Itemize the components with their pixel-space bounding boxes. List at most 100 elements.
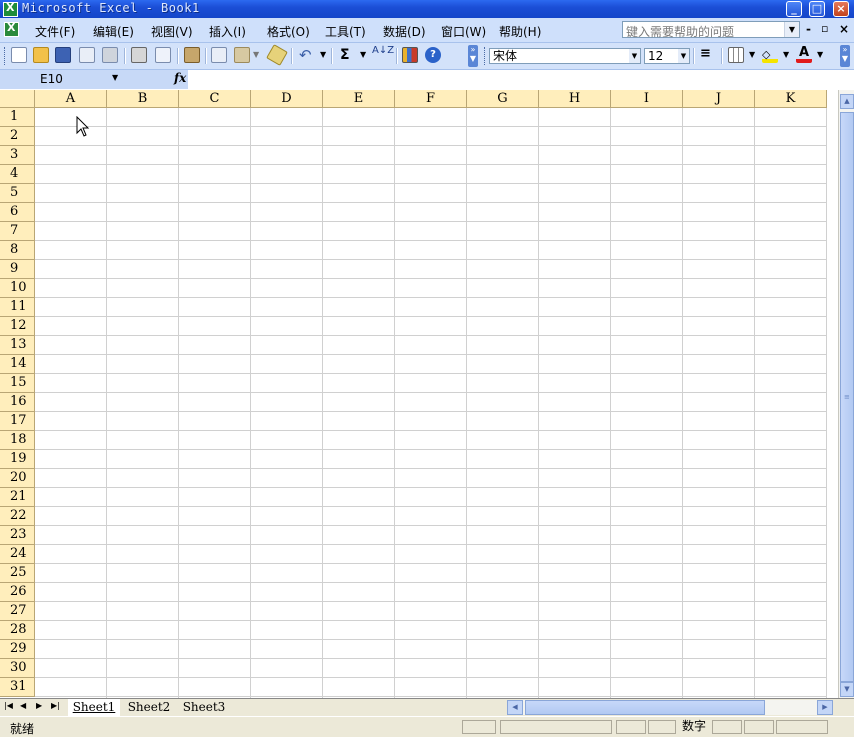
menu-help[interactable]: 帮助(H): [499, 23, 541, 40]
last-sheet-icon[interactable]: ▶|: [51, 701, 60, 710]
column-header-k[interactable]: K: [755, 90, 827, 108]
row-header-7[interactable]: 7: [0, 222, 35, 241]
chevron-down-icon[interactable]: ▼: [784, 22, 799, 37]
format-toolbar-options-chevron-icon[interactable]: » ▼: [840, 45, 850, 67]
doc-restore-button[interactable]: ▫: [821, 22, 828, 35]
column-header-c[interactable]: C: [179, 90, 251, 108]
scroll-down-button[interactable]: ▼: [840, 682, 854, 697]
row-header-31[interactable]: 31: [0, 678, 35, 697]
doc-close-button[interactable]: ×: [839, 22, 849, 36]
horizontal-scrollbar[interactable]: ◀ ▶: [507, 700, 833, 715]
row-header-4[interactable]: 4: [0, 165, 35, 184]
chevron-down-icon[interactable]: ▼: [749, 50, 755, 59]
menu-tools[interactable]: 工具(T): [325, 23, 366, 40]
menu-format[interactable]: 格式(O): [267, 23, 310, 40]
row-header-22[interactable]: 22: [0, 507, 35, 526]
paste-icon[interactable]: [234, 47, 250, 63]
autosum-icon[interactable]: Σ: [340, 47, 350, 63]
vertical-scroll-thumb[interactable]: ≡: [840, 112, 854, 682]
row-header-25[interactable]: 25: [0, 564, 35, 583]
column-header-a[interactable]: A: [35, 90, 107, 108]
row-header-16[interactable]: 16: [0, 393, 35, 412]
row-header-27[interactable]: 27: [0, 602, 35, 621]
scroll-up-button[interactable]: ▲: [840, 94, 854, 109]
vertical-scrollbar[interactable]: ▲ ≡ ▼: [838, 90, 854, 698]
row-header-28[interactable]: 28: [0, 621, 35, 640]
formula-input[interactable]: [188, 70, 854, 89]
close-button[interactable]: ×: [833, 1, 849, 17]
horizontal-scroll-thumb[interactable]: [525, 700, 765, 715]
chart-wizard-icon[interactable]: [402, 47, 418, 63]
column-header-d[interactable]: D: [251, 90, 323, 108]
worksheet-grid[interactable]: ABCDEFGHIJK 1 2 3 4 5 6 7 8 9 10 11 12 13 14 15 16 17 18 1…: [0, 90, 838, 698]
borders-icon[interactable]: [728, 47, 744, 63]
new-document-icon[interactable]: [11, 47, 27, 63]
excel-app-icon[interactable]: [3, 1, 18, 17]
row-header-6[interactable]: 6: [0, 203, 35, 222]
row-header-19[interactable]: 19: [0, 450, 35, 469]
print-preview-icon[interactable]: [155, 47, 171, 63]
workbook-icon[interactable]: [4, 21, 19, 37]
open-folder-icon[interactable]: [33, 47, 49, 63]
help-icon[interactable]: ?: [425, 47, 441, 63]
row-header-11[interactable]: 11: [0, 298, 35, 317]
scroll-left-button[interactable]: ◀: [507, 700, 523, 715]
menu-edit[interactable]: 编辑(E): [93, 23, 134, 40]
chevron-down-icon[interactable]: ▼: [783, 50, 789, 59]
row-header-5[interactable]: 5: [0, 184, 35, 203]
chevron-down-icon[interactable]: ▼: [629, 49, 640, 63]
row-header-12[interactable]: 12: [0, 317, 35, 336]
first-sheet-icon[interactable]: |◀: [4, 701, 13, 710]
sheet-tab-sheet2[interactable]: Sheet2: [124, 699, 174, 716]
row-header-2[interactable]: 2: [0, 127, 35, 146]
row-header-3[interactable]: 3: [0, 146, 35, 165]
menu-insert[interactable]: 插入(I): [209, 23, 246, 40]
row-header-29[interactable]: 29: [0, 640, 35, 659]
chevron-down-icon[interactable]: ▼: [678, 49, 689, 63]
row-header-24[interactable]: 24: [0, 545, 35, 564]
name-box[interactable]: E10 ▼: [0, 70, 129, 89]
save-icon[interactable]: [55, 47, 71, 63]
row-header-1[interactable]: 1: [0, 108, 35, 127]
font-name-select[interactable]: 宋体 ▼: [489, 48, 641, 64]
email-icon[interactable]: [102, 47, 118, 63]
row-header-9[interactable]: 9: [0, 260, 35, 279]
toolbar-options-chevron-icon[interactable]: » ▼: [468, 45, 478, 67]
row-header-18[interactable]: 18: [0, 431, 35, 450]
menu-file[interactable]: 文件(F): [35, 23, 75, 40]
row-header-30[interactable]: 30: [0, 659, 35, 678]
column-header-e[interactable]: E: [323, 90, 395, 108]
font-size-select[interactable]: 12 ▼: [644, 48, 690, 64]
format-toolbar-grip[interactable]: [484, 47, 488, 65]
row-header-17[interactable]: 17: [0, 412, 35, 431]
next-sheet-icon[interactable]: ▶: [36, 701, 42, 710]
row-header-21[interactable]: 21: [0, 488, 35, 507]
row-header-26[interactable]: 26: [0, 583, 35, 602]
print-icon[interactable]: [131, 47, 147, 63]
align-center-icon[interactable]: ≡: [700, 47, 711, 60]
row-header-10[interactable]: 10: [0, 279, 35, 298]
column-header-f[interactable]: F: [395, 90, 467, 108]
scroll-right-button[interactable]: ▶: [817, 700, 833, 715]
chevron-down-icon[interactable]: ▼: [253, 50, 259, 59]
prev-sheet-icon[interactable]: ◀: [20, 701, 26, 710]
chevron-down-icon[interactable]: ▼: [320, 50, 326, 59]
help-search-input[interactable]: 键入需要帮助的问题 ▼: [622, 21, 800, 39]
permission-icon[interactable]: [79, 47, 95, 63]
row-header-15[interactable]: 15: [0, 374, 35, 393]
chevron-down-icon[interactable]: ▼: [112, 73, 118, 82]
row-header-14[interactable]: 14: [0, 355, 35, 374]
menu-data[interactable]: 数据(D): [383, 23, 426, 40]
row-header-8[interactable]: 8: [0, 241, 35, 260]
fill-color-icon[interactable]: ◇: [762, 47, 778, 63]
doc-minimize-button[interactable]: -: [806, 22, 811, 36]
sheet-tab-sheet1[interactable]: Sheet1: [68, 699, 120, 716]
maximize-button[interactable]: □: [809, 1, 825, 17]
row-header-23[interactable]: 23: [0, 526, 35, 545]
undo-icon[interactable]: ↶: [299, 46, 312, 64]
column-header-j[interactable]: J: [683, 90, 755, 108]
copy-icon[interactable]: [211, 47, 227, 63]
column-header-h[interactable]: H: [539, 90, 611, 108]
minimize-button[interactable]: _: [786, 1, 802, 17]
column-header-i[interactable]: I: [611, 90, 683, 108]
